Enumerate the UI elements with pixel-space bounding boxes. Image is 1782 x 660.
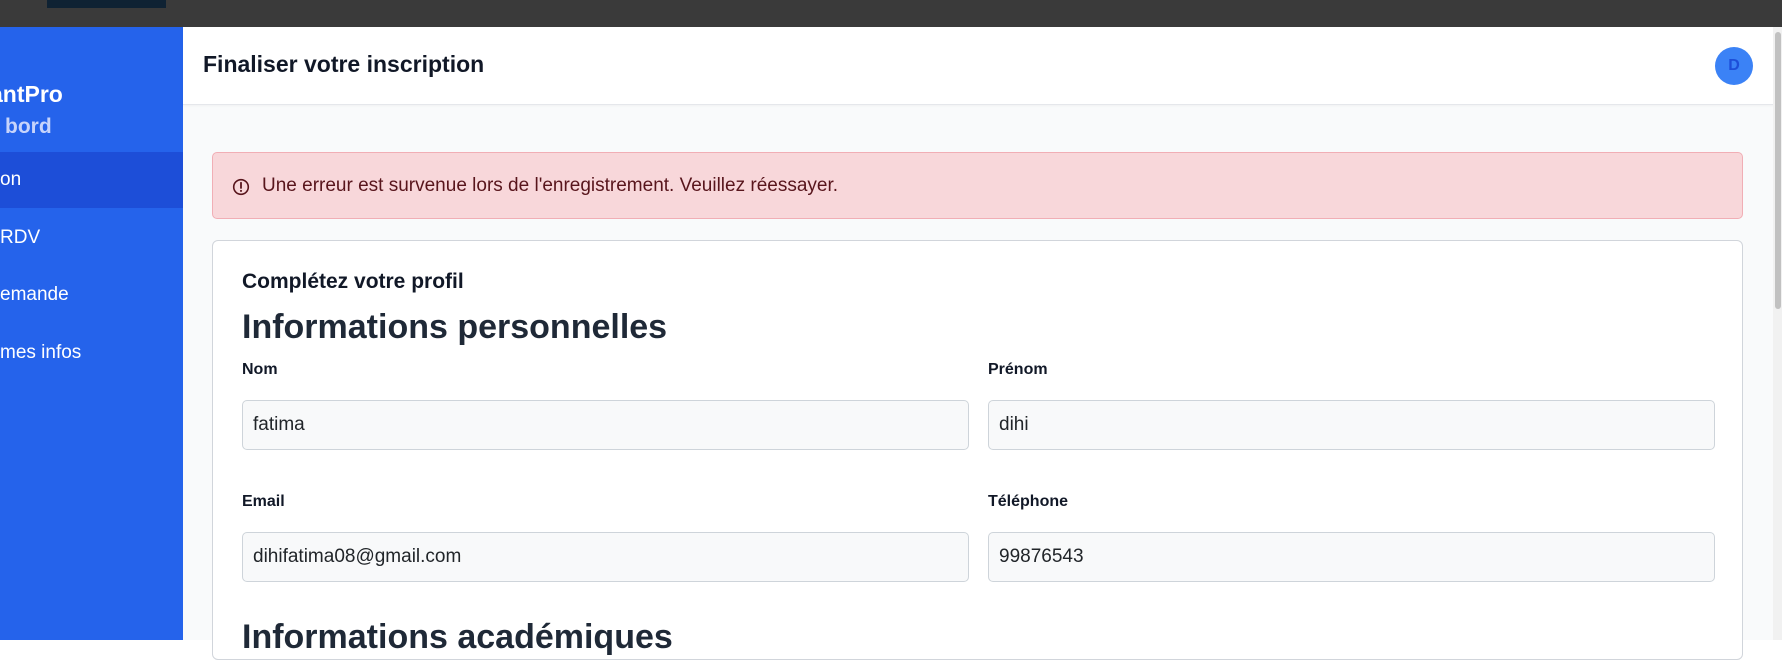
profile-form-card: Complétez votre profil Informations pers… xyxy=(212,240,1743,660)
browser-top-bar xyxy=(0,0,1782,27)
top-bar-logo-block xyxy=(47,0,166,8)
section-title-academic: Informations académiques xyxy=(242,618,673,656)
sidebar-item-label: bord xyxy=(5,115,52,138)
telephone-label: Téléphone xyxy=(988,493,1069,510)
prenom-label: Prénom xyxy=(988,361,1048,378)
alert-message: Une erreur est survenue lors de l'enregi… xyxy=(262,175,839,196)
sidebar: antPro bord on RDV emande mes infos xyxy=(0,27,183,640)
page-header: Finaliser votre inscription D xyxy=(183,27,1782,105)
email-label: Email xyxy=(242,493,285,510)
prenom-input[interactable] xyxy=(988,400,1715,450)
sidebar-item-label: RDV xyxy=(0,227,41,248)
sidebar-item-demande[interactable]: emande xyxy=(0,267,183,323)
sidebar-item-mes-infos[interactable]: mes infos xyxy=(0,325,183,381)
error-alert: Une erreur est survenue lors de l'enregi… xyxy=(212,152,1743,219)
nom-label: Nom xyxy=(242,361,278,378)
card-subtitle: Complétez votre profil xyxy=(242,270,464,293)
nom-input[interactable] xyxy=(242,400,969,450)
avatar[interactable]: D xyxy=(1715,47,1753,85)
email-input[interactable] xyxy=(242,532,969,582)
page-scrollbar-thumb[interactable] xyxy=(1775,32,1781,309)
sidebar-item-tableau-de-bord[interactable]: bord xyxy=(0,99,183,155)
page-title: Finaliser votre inscription xyxy=(203,51,485,77)
sidebar-item-inscription[interactable]: on xyxy=(0,152,183,208)
main-content: Finaliser votre inscription D Une erreur… xyxy=(183,27,1782,660)
sidebar-item-rdv[interactable]: RDV xyxy=(0,210,183,266)
sidebar-item-label: mes infos xyxy=(0,342,82,363)
telephone-input[interactable] xyxy=(988,532,1715,582)
sidebar-item-label: on xyxy=(0,169,22,190)
sidebar-item-label: emande xyxy=(0,284,69,305)
exclamation-circle-icon xyxy=(232,178,250,196)
section-title-personal: Informations personnelles xyxy=(242,308,668,346)
